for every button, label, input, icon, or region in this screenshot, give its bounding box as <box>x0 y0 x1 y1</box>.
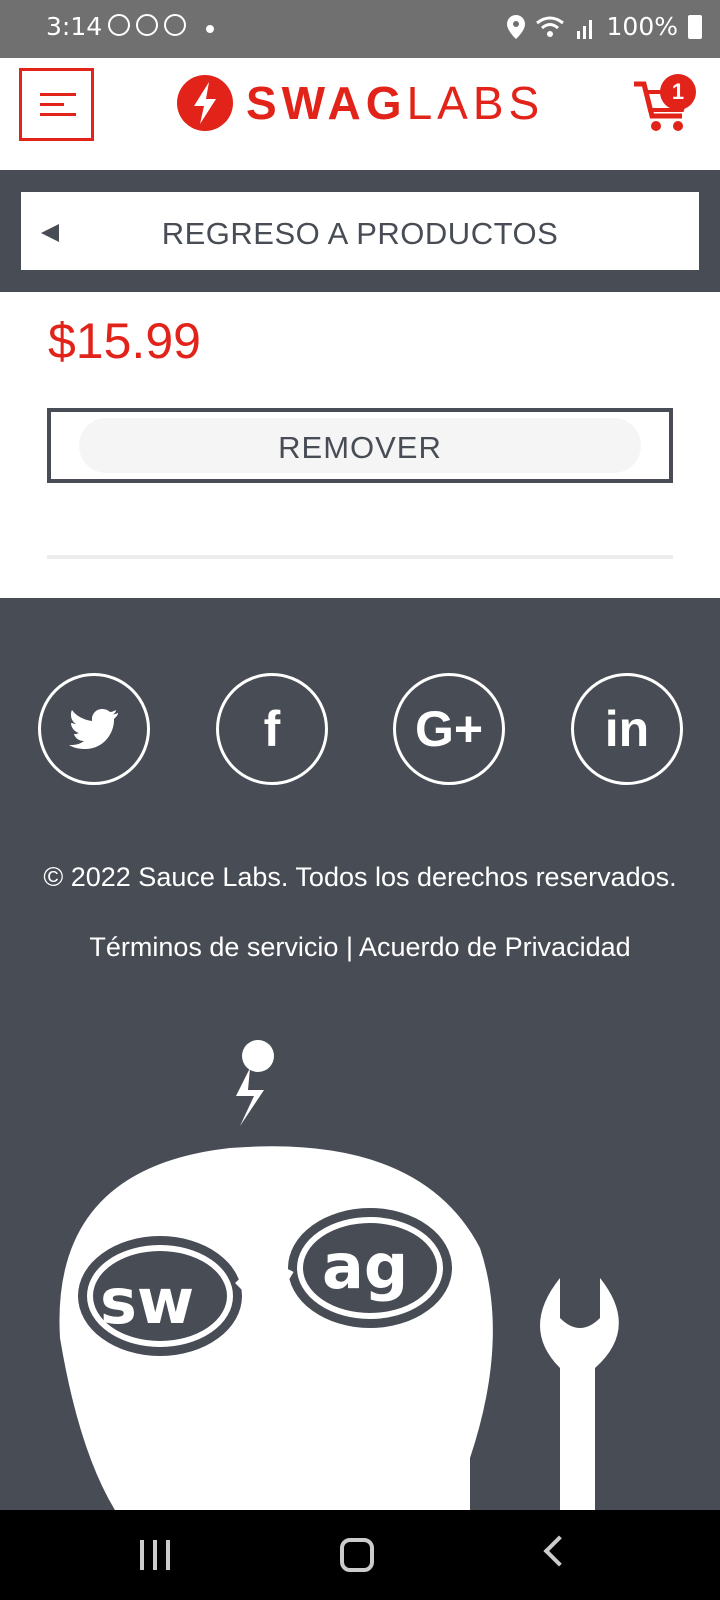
status-right: 100% <box>506 12 702 41</box>
menu-icon-line <box>40 113 76 116</box>
facebook-link[interactable]: f <box>216 673 328 785</box>
swag-labs-logo: SWAGLABS <box>176 74 544 132</box>
home-button[interactable] <box>340 1538 374 1572</box>
footer: f G+ in © 2022 Sauce Labs. Todos los der… <box>0 598 720 1510</box>
back-bar: REGRESO A PRODUCTOS <box>0 170 720 292</box>
app-header: SWAGLABS <box>0 58 720 170</box>
google-plus-icon: G+ <box>414 701 484 757</box>
remove-button-label: REMOVER <box>278 430 442 465</box>
mascot-sw-text: sw <box>100 1265 194 1338</box>
more-notifications-icon <box>206 25 214 33</box>
menu-button[interactable] <box>19 68 94 141</box>
back-to-products-button[interactable]: REGRESO A PRODUCTOS <box>19 190 701 272</box>
wifi-icon <box>535 16 564 37</box>
notification-icons <box>108 14 186 36</box>
app-screen: 3:14 100% SWAGLABS 1 REGRESO A PRODUCTOS… <box>0 0 720 1600</box>
swag-bot-mascot-image: sw ag <box>59 1040 619 1510</box>
logo-text: SWAGLABS <box>246 76 544 130</box>
linkedin-icon: in <box>604 701 650 757</box>
facebook-icon: f <box>263 701 281 757</box>
recent-apps-icon <box>153 1540 157 1570</box>
divider <box>47 555 673 559</box>
lightning-logo-icon <box>177 75 233 131</box>
signal-icon <box>576 19 592 39</box>
location-icon <box>506 14 525 39</box>
recent-apps-icon <box>140 1540 144 1570</box>
back-nav-button[interactable] <box>543 1535 575 1567</box>
menu-icon-line <box>40 103 64 106</box>
product-price: $15.99 <box>48 313 201 369</box>
recent-apps-button[interactable] <box>140 1540 170 1570</box>
status-time: 3:14 <box>46 12 103 41</box>
logo-text-light: LABS <box>406 77 545 129</box>
status-bar: 3:14 100% <box>0 0 720 58</box>
mascot-ag-text: ag <box>322 1230 408 1303</box>
twitter-icon <box>69 709 118 749</box>
notification-icon <box>108 14 130 36</box>
remove-button[interactable]: REMOVER <box>47 408 673 483</box>
system-nav-bar <box>0 1510 720 1600</box>
battery-icon <box>688 14 702 39</box>
battery-level: 100% <box>606 12 678 41</box>
terms-links[interactable]: Términos de servicio | Acuerdo de Privac… <box>20 932 700 963</box>
menu-icon-line <box>40 93 76 96</box>
back-button-label: REGRESO A PRODUCTOS <box>161 216 559 251</box>
linkedin-link[interactable]: in <box>571 673 683 785</box>
cart-badge: 1 <box>660 74 696 110</box>
logo-text-bold: SWAG <box>246 77 407 129</box>
twitter-link[interactable] <box>38 673 150 785</box>
copyright-text: © 2022 Sauce Labs. Todos los derechos re… <box>43 862 677 892</box>
google-plus-link[interactable]: G+ <box>393 673 505 785</box>
notification-icon <box>136 14 158 36</box>
location-notification-icon <box>164 14 186 36</box>
recent-apps-icon <box>166 1540 170 1570</box>
